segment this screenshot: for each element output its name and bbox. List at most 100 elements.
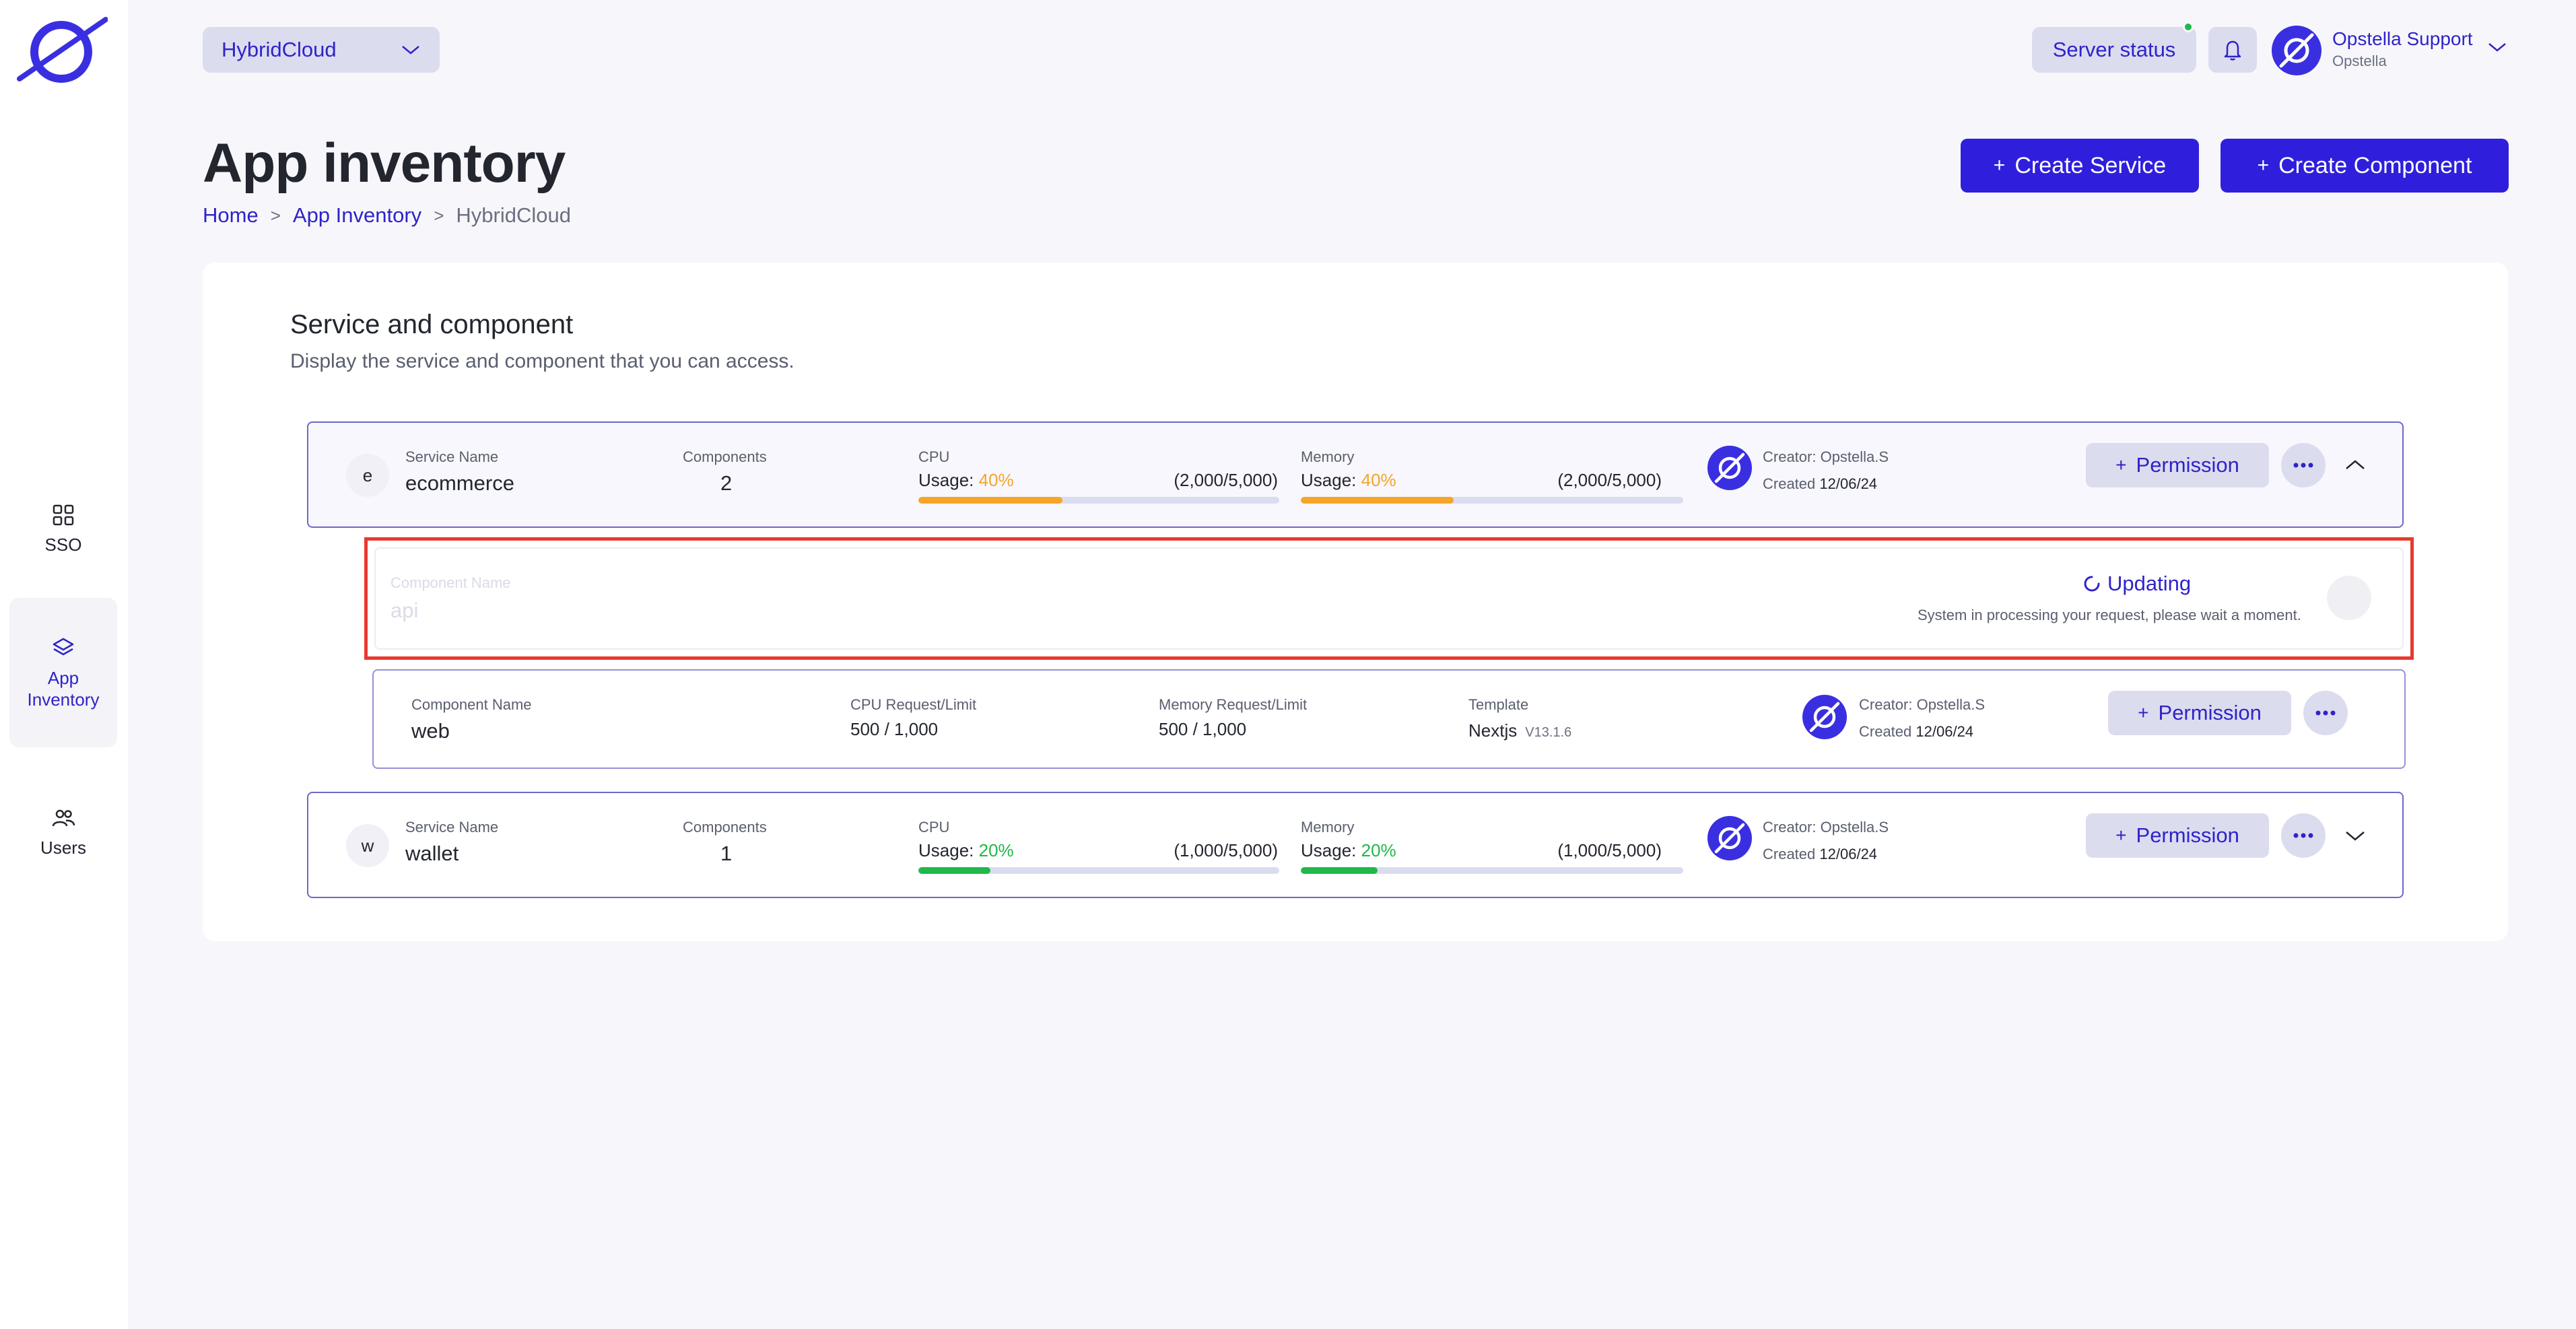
plus-icon: + [2115, 825, 2127, 846]
created-date: 12/06/24 [1819, 475, 1878, 492]
memory-ratio: (1,000/5,000) [1557, 840, 1662, 860]
cpu-label: CPU [918, 448, 950, 465]
cpu-usage: Usage: 20% [918, 840, 1014, 861]
creator-label: Creator: Opstella.S [1763, 819, 1889, 836]
sidebar-item-users[interactable]: Users [9, 794, 117, 868]
component-row-api: Component Name api Updating System in pr… [374, 547, 2404, 650]
chevron-down-icon[interactable] [2344, 829, 2366, 843]
memory-label: Memory [1301, 448, 1355, 465]
project-select[interactable]: HybridCloud [203, 27, 440, 73]
creator-avatar-icon [1707, 816, 1752, 860]
layers-icon [53, 638, 74, 656]
cpu-request-value: 500 / 1,000 [850, 719, 939, 739]
user-avatar-icon[interactable] [2272, 26, 2321, 75]
service-row-ecommerce[interactable]: e Service Name ecommerce Components 2 CP… [307, 421, 2404, 528]
service-name-label: Service Name [405, 448, 499, 465]
cpu-usage-percent: 40% [978, 470, 1014, 490]
cpu-usage-fill [918, 867, 991, 874]
breadcrumb: Home > App Inventory > HybridCloud [203, 203, 571, 228]
memory-usage-bar [1301, 867, 1683, 874]
sidebar-item-app-inventory[interactable]: App Inventory [9, 598, 117, 747]
breadcrumb-app-inventory[interactable]: App Inventory [293, 203, 421, 228]
usage-label: Usage: [1301, 840, 1357, 860]
users-icon [52, 809, 75, 827]
breadcrumb-separator-icon: > [270, 205, 281, 226]
server-status-label: Server status [2052, 38, 2176, 61]
usage-label: Usage: [918, 470, 974, 490]
creator-label: Creator: Opstella.S [1763, 448, 1889, 465]
creator-label: Creator: Opstella.S [1859, 696, 1986, 713]
memory-usage-percent: 20% [1361, 840, 1396, 860]
cpu-ratio: (1,000/5,000) [1174, 840, 1278, 860]
creator-avatar-icon [1802, 695, 1847, 739]
updating-status: Updating [2083, 572, 2191, 596]
memory-usage-fill [1301, 867, 1378, 874]
plus-icon: + [1993, 154, 2006, 176]
permission-label: Permission [2136, 823, 2239, 847]
disabled-more-button [2327, 576, 2371, 620]
chevron-up-icon[interactable] [2344, 458, 2366, 471]
plus-icon: + [2138, 702, 2149, 723]
chevron-down-icon[interactable] [2487, 40, 2507, 54]
template-value: Nextjs V13.1.6 [1468, 720, 1571, 741]
highlighted-updating-component: Component Name api Updating System in pr… [364, 537, 2414, 660]
more-options-button[interactable] [2303, 691, 2348, 735]
chevron-down-icon [402, 46, 419, 55]
breadcrumb-home[interactable]: Home [203, 203, 259, 228]
more-horizontal-icon [2293, 833, 2313, 838]
creator-avatar-icon [1707, 446, 1752, 490]
cpu-usage-fill [918, 497, 1063, 504]
user-name[interactable]: Opstella Support [2332, 28, 2473, 50]
card-subtitle: Display the service and component that y… [290, 350, 794, 372]
cpu-usage: Usage: 40% [918, 470, 1014, 491]
memory-usage-bar [1301, 497, 1683, 504]
spinner-icon [2084, 576, 2100, 592]
template-label: Template [1468, 696, 1529, 713]
server-status-button[interactable]: Server status [2032, 22, 2196, 73]
more-horizontal-icon [2315, 710, 2336, 716]
service-row-wallet[interactable]: w Service Name wallet Components 1 CPU U… [307, 792, 2404, 898]
cpu-request-label: CPU Request/Limit [850, 696, 977, 713]
cpu-ratio: (2,000/5,000) [1174, 470, 1278, 490]
component-name-label: Component Name [391, 574, 511, 591]
sidebar-item-label: SSO [44, 535, 82, 555]
created-text: Created [1763, 846, 1816, 862]
usage-label: Usage: [918, 840, 974, 860]
permission-button[interactable]: + Permission [2086, 813, 2269, 858]
service-component-card: Service and component Display the servic… [203, 263, 2508, 941]
grid-icon [53, 504, 74, 526]
more-horizontal-icon [2293, 463, 2313, 468]
component-name: api [391, 599, 419, 622]
more-options-button[interactable] [2281, 813, 2326, 858]
breadcrumb-current: HybridCloud [456, 203, 571, 227]
cpu-usage-percent: 20% [978, 840, 1014, 860]
page-title: App inventory [203, 133, 566, 194]
sidebar: SSO App Inventory Users [0, 0, 128, 1329]
updating-status-label: Updating [2107, 572, 2192, 595]
sidebar-item-label: Users [40, 838, 86, 858]
plus-icon: + [2257, 154, 2270, 176]
create-service-button[interactable]: + Create Service [1961, 139, 2199, 193]
create-component-button[interactable]: + Create Component [2221, 139, 2509, 193]
memory-request-value: 500 / 1,000 [1159, 719, 1247, 739]
opstella-logo-icon[interactable] [17, 17, 108, 84]
user-org: Opstella [2332, 53, 2387, 69]
permission-button[interactable]: + Permission [2108, 691, 2291, 735]
components-count: 2 [720, 471, 733, 495]
cpu-label: CPU [918, 819, 950, 836]
components-count: 1 [720, 842, 733, 865]
create-service-label: Create Service [2014, 152, 2167, 178]
created-date: 12/06/24 [1916, 723, 1974, 740]
create-component-label: Create Component [2278, 152, 2472, 178]
template-name: Nextjs [1468, 720, 1518, 741]
cpu-usage-bar [918, 867, 1279, 874]
permission-label: Permission [2136, 453, 2239, 477]
component-row-web[interactable]: Component Name web CPU Request/Limit 500… [372, 669, 2406, 769]
more-options-button[interactable] [2281, 443, 2326, 487]
sidebar-item-label: App Inventory [27, 668, 100, 710]
permission-button[interactable]: + Permission [2086, 443, 2269, 487]
memory-usage-percent: 40% [1361, 470, 1396, 490]
memory-request-label: Memory Request/Limit [1159, 696, 1308, 713]
notifications-button[interactable] [2208, 27, 2257, 73]
sidebar-item-sso[interactable]: SSO [9, 491, 117, 566]
